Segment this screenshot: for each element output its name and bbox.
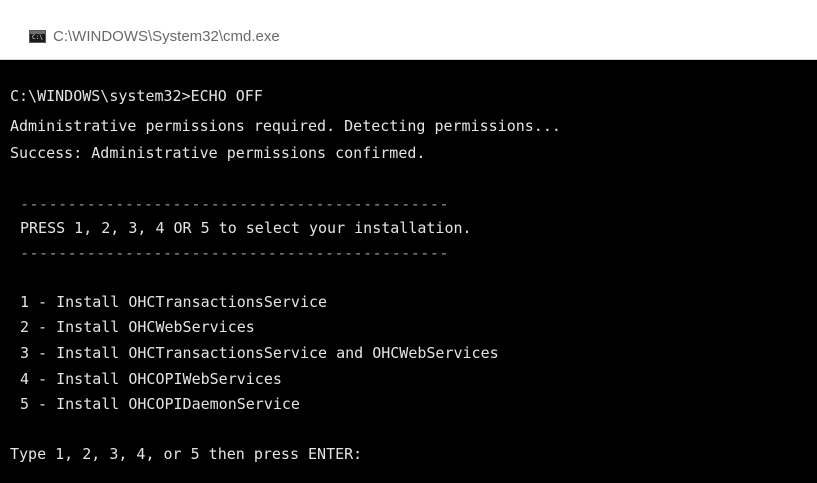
window-title: C:\WINDOWS\System32\cmd.exe xyxy=(53,28,280,45)
menu-option: 1 - Install OHCTransactionsService xyxy=(20,293,328,311)
menu-option: 3 - Install OHCTransactionsService and O… xyxy=(20,344,499,362)
console-line: Success: Administrative permissions conf… xyxy=(10,144,426,162)
cmd-window: C:\ C:\WINDOWS\System32\cmd.exe C:\WINDO… xyxy=(0,0,817,483)
input-prompt[interactable]: Type 1, 2, 3, 4, or 5 then press ENTER: xyxy=(10,445,362,463)
separator-line: ----------------------------------------… xyxy=(20,244,449,262)
cmd-icon: C:\ xyxy=(29,30,46,43)
console-line: C:\WINDOWS\system32>ECHO OFF xyxy=(10,87,263,105)
menu-option: 4 - Install OHCOPIWebServices xyxy=(20,370,282,388)
menu-heading: PRESS 1, 2, 3, 4 OR 5 to select your ins… xyxy=(20,219,472,237)
title-bar[interactable]: C:\ C:\WINDOWS\System32\cmd.exe xyxy=(0,0,817,60)
separator-line: ----------------------------------------… xyxy=(20,195,449,213)
console-line: Administrative permissions required. Det… xyxy=(10,117,561,135)
menu-option: 5 - Install OHCOPIDaemonService xyxy=(20,395,300,413)
console-output[interactable]: C:\WINDOWS\system32>ECHO OFF Administrat… xyxy=(0,60,817,483)
menu-option: 2 - Install OHCWebServices xyxy=(20,318,255,336)
